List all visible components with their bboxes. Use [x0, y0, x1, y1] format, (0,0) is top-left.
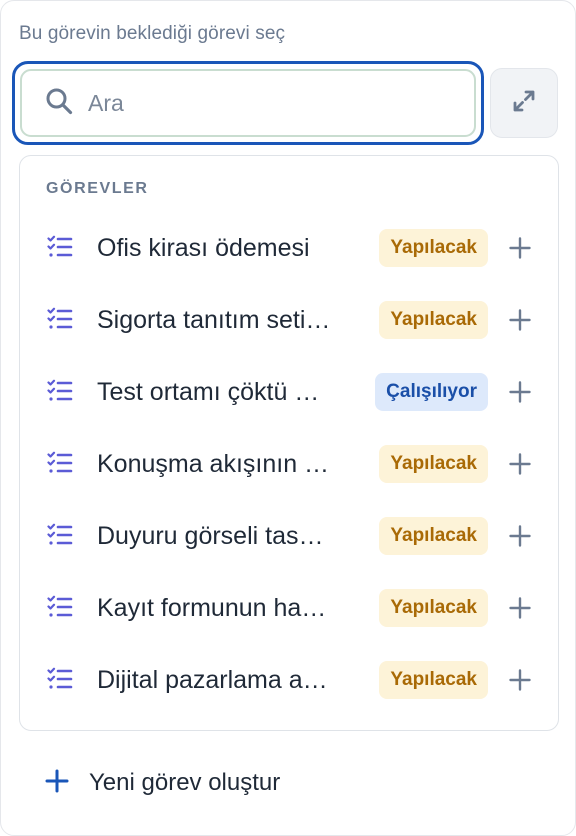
add-dependency-button[interactable] [508, 380, 532, 404]
task-list-icon [47, 667, 73, 696]
task-list-icon [47, 451, 73, 480]
add-dependency-button[interactable] [508, 596, 532, 620]
picker-heading: Bu görevin beklediği görevi seç [19, 23, 286, 44]
status-badge: Yapılacak [379, 229, 488, 267]
status-badge: Yapılacak [379, 517, 488, 555]
task-list-icon [47, 523, 73, 552]
plus-icon [509, 381, 531, 403]
add-dependency-button[interactable] [508, 452, 532, 476]
task-list-icon [47, 595, 73, 624]
status-badge: Yapılacak [379, 661, 488, 699]
task-title: Test ortamı çöktü … [97, 377, 320, 406]
task-row[interactable]: Ofis kirası ödemesi Yapılacak [20, 212, 558, 284]
search-box[interactable] [20, 69, 476, 137]
add-dependency-button[interactable] [508, 668, 532, 692]
add-dependency-button[interactable] [508, 308, 532, 332]
status-badge: Çalışılıyor [375, 373, 488, 411]
status-badge: Yapılacak [379, 301, 488, 339]
task-row[interactable]: Kayıt formunun ha… Yapılacak [20, 572, 558, 644]
add-dependency-button[interactable] [508, 236, 532, 260]
status-badge: Yapılacak [379, 445, 488, 483]
plus-icon [509, 309, 531, 331]
task-row[interactable]: Dijital pazarlama a… Yapılacak [20, 644, 558, 716]
task-row[interactable]: Duyuru görseli tas… Yapılacak [20, 500, 558, 572]
search-input[interactable] [88, 89, 468, 117]
expand-button[interactable] [490, 68, 558, 138]
task-picker-panel: Bu görevin beklediği görevi seç GÖREVLER [0, 0, 576, 836]
create-task-label: Yeni görev oluştur [89, 769, 281, 796]
task-rows: Ofis kirası ödemesi Yapılacak Sigorta ta… [20, 212, 558, 716]
search-icon [44, 86, 74, 121]
plus-icon [509, 453, 531, 475]
task-row[interactable]: Konuşma akışının … Yapılacak [20, 428, 558, 500]
task-list-icon [47, 235, 73, 264]
task-title: Ofis kirası ödemesi [97, 233, 310, 262]
plus-icon [45, 769, 69, 798]
task-title: Kayıt formunun ha… [97, 593, 327, 622]
task-list-icon [47, 379, 73, 408]
task-row[interactable]: Sigorta tanıtım seti… Yapılacak [20, 284, 558, 356]
plus-icon [509, 597, 531, 619]
task-title: Duyuru görseli tas… [97, 521, 324, 550]
expand-icon [509, 86, 539, 121]
add-dependency-button[interactable] [508, 524, 532, 548]
task-list-icon [47, 307, 73, 336]
search-field[interactable] [12, 61, 484, 145]
plus-icon [509, 669, 531, 691]
section-label: GÖREVLER [46, 180, 149, 197]
task-title: Konuşma akışının … [97, 449, 330, 478]
task-list: GÖREVLER Ofis kirası ödemesi Yapılacak S… [19, 155, 559, 731]
create-task-button[interactable]: Yeni görev oluştur [45, 761, 280, 805]
plus-icon [509, 237, 531, 259]
task-row[interactable]: Test ortamı çöktü … Çalışılıyor [20, 356, 558, 428]
status-badge: Yapılacak [379, 589, 488, 627]
task-title: Dijital pazarlama a… [97, 665, 328, 694]
plus-icon [509, 525, 531, 547]
task-title: Sigorta tanıtım seti… [97, 305, 331, 334]
